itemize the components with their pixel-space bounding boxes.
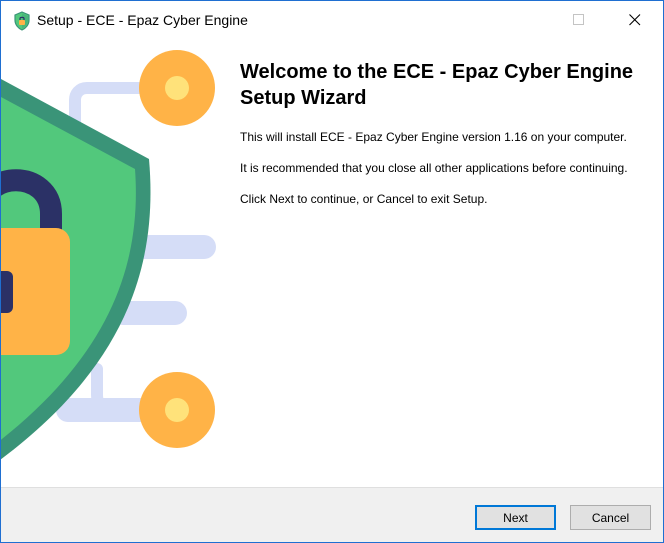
circuit-node-bottom — [139, 372, 215, 448]
setup-window: Setup - ECE - Epaz Cyber Engine Welcome … — [0, 0, 664, 543]
install-info-text: This will install ECE - Epaz Cyber Engin… — [240, 130, 627, 144]
maximize-button[interactable] — [556, 1, 602, 39]
security-illustration — [1, 50, 216, 460]
window-title: Setup - ECE - Epaz Cyber Engine — [37, 12, 248, 28]
maximize-icon — [573, 14, 584, 25]
close-button[interactable] — [612, 1, 658, 39]
title-bar: Setup - ECE - Epaz Cyber Engine — [1, 1, 663, 39]
welcome-title: Welcome to the ECE - Epaz Cyber Engine S… — [240, 61, 634, 109]
next-button[interactable]: Next — [475, 505, 556, 530]
circuit-node-top — [139, 50, 215, 126]
cancel-button[interactable]: Cancel — [570, 505, 651, 530]
wizard-content: Welcome to the ECE - Epaz Cyber Engine S… — [1, 39, 663, 487]
shield-icon — [12, 11, 32, 31]
instruction-text: Click Next to continue, or Cancel to exi… — [240, 192, 488, 206]
recommendation-text: It is recommended that you close all oth… — [240, 161, 628, 175]
close-icon — [629, 14, 641, 26]
button-bar: Next Cancel — [1, 487, 663, 542]
